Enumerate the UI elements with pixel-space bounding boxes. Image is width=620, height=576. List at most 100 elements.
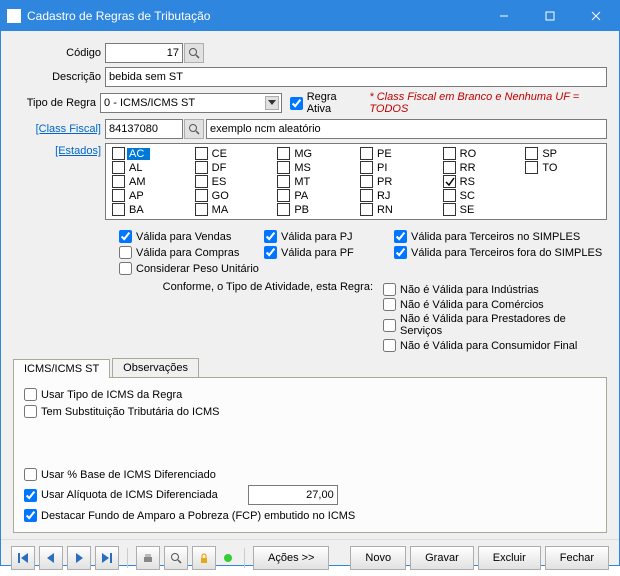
- state-checkbox-empty: [525, 203, 600, 216]
- nav-last-button[interactable]: [95, 546, 119, 570]
- class-fiscal-search-button[interactable]: [184, 119, 204, 139]
- separator: [244, 548, 245, 568]
- tipo-regra-value: 0 - ICMS/ICMS ST: [104, 97, 195, 109]
- window: Cadastro de Regras de Tributação Código …: [0, 0, 620, 566]
- descricao-input[interactable]: [105, 67, 607, 87]
- activity-options: Não é Válida para Indústrias Não é Válid…: [383, 283, 607, 352]
- codigo-input[interactable]: [105, 43, 183, 63]
- tab-icms[interactable]: ICMS/ICMS ST: [13, 359, 110, 378]
- state-checkbox-RR[interactable]: RR: [443, 161, 518, 174]
- state-checkbox-ES[interactable]: ES: [195, 175, 270, 188]
- validity-options: Válida para Vendas Válida para PJ Válida…: [119, 230, 607, 275]
- nao-valida-industrias-checkbox[interactable]: Não é Válida para Indústrias: [383, 283, 607, 296]
- descricao-label: Descrição: [13, 71, 105, 83]
- state-checkbox-empty: [525, 175, 600, 188]
- valida-terceiros-fora-checkbox[interactable]: Válida para Terceiros fora do SIMPLES: [394, 246, 620, 259]
- fechar-button[interactable]: Fechar: [545, 546, 609, 570]
- codigo-label: Código: [13, 47, 105, 59]
- nav-first-button[interactable]: [11, 546, 35, 570]
- state-checkbox-SC[interactable]: SC: [443, 189, 518, 202]
- state-checkbox-SE[interactable]: SE: [443, 203, 518, 216]
- nao-valida-consumidor-checkbox[interactable]: Não é Válida para Consumidor Final: [383, 339, 607, 352]
- valida-terceiros-simples-checkbox[interactable]: Válida para Terceiros no SIMPLES: [394, 230, 620, 243]
- valida-pj-checkbox[interactable]: Válida para PJ: [264, 230, 384, 243]
- nav-next-button[interactable]: [67, 546, 91, 570]
- lock-icon: [198, 552, 210, 564]
- tab-panel-icms: Usar Tipo de ICMS da Regra Tem Substitui…: [13, 378, 607, 533]
- state-checkbox-CE[interactable]: CE: [195, 147, 270, 160]
- app-icon: [7, 9, 21, 23]
- regra-ativa-checkbox[interactable]: Regra Ativa: [290, 91, 360, 115]
- class-fiscal-desc[interactable]: [206, 119, 607, 139]
- tipo-regra-combo[interactable]: 0 - ICMS/ICMS ST: [100, 93, 282, 113]
- valida-pf-checkbox[interactable]: Válida para PF: [264, 246, 384, 259]
- acoes-button[interactable]: Ações >>: [253, 546, 329, 570]
- gravar-button[interactable]: Gravar: [410, 546, 474, 570]
- state-checkbox-RO[interactable]: RO: [443, 147, 518, 160]
- estados-link[interactable]: [Estados]: [55, 145, 101, 157]
- search-toolbar-button[interactable]: [164, 546, 188, 570]
- tab-bar: ICMS/ICMS ST Observações: [13, 358, 607, 378]
- state-checkbox-PA[interactable]: PA: [277, 189, 352, 202]
- state-checkbox-MA[interactable]: MA: [195, 203, 270, 216]
- titlebar: Cadastro de Regras de Tributação: [1, 1, 619, 31]
- state-checkbox-PR[interactable]: PR: [360, 175, 435, 188]
- activity-label: Conforme, o Tipo de Atividade, esta Regr…: [13, 281, 373, 293]
- tab-observacoes[interactable]: Observações: [112, 358, 199, 377]
- close-button[interactable]: [573, 1, 619, 31]
- chevron-down-icon: [265, 96, 279, 110]
- state-checkbox-AL[interactable]: AL: [112, 161, 187, 174]
- codigo-search-button[interactable]: [184, 43, 204, 63]
- form-area: Código Descrição Tipo de Regra 0 - ICMS/…: [1, 31, 619, 539]
- states-box: AC CE MG PE RO SP AL DF MS PI RR TO AM ES MT PR RS AP GO PA…: [105, 143, 607, 220]
- window-title: Cadastro de Regras de Tributação: [27, 9, 481, 23]
- state-checkbox-AP[interactable]: AP: [112, 189, 187, 202]
- state-checkbox-PI[interactable]: PI: [360, 161, 435, 174]
- class-fiscal-link[interactable]: [Class Fiscal]: [36, 123, 101, 135]
- state-checkbox-MG[interactable]: MG: [277, 147, 352, 160]
- state-checkbox-MS[interactable]: MS: [277, 161, 352, 174]
- bottom-toolbar: Ações >> Novo Gravar Excluir Fechar: [1, 539, 619, 576]
- state-checkbox-BA[interactable]: BA: [112, 203, 187, 216]
- valida-compras-checkbox[interactable]: Válida para Compras: [119, 246, 254, 259]
- state-checkbox-AM[interactable]: AM: [112, 175, 187, 188]
- nao-valida-prestadores-checkbox[interactable]: Não é Válida para Prestadores de Serviço…: [383, 313, 607, 337]
- state-checkbox-SP[interactable]: SP: [525, 147, 600, 160]
- aliquota-input[interactable]: [248, 485, 338, 505]
- status-indicator-icon: [224, 554, 232, 562]
- warning-text: * Class Fiscal em Branco e Nenhuma UF = …: [369, 91, 607, 115]
- tipo-regra-label: Tipo de Regra: [13, 97, 100, 109]
- maximize-button[interactable]: [527, 1, 573, 31]
- separator: [127, 548, 128, 568]
- nao-valida-comercios-checkbox[interactable]: Não é Válida para Comércios: [383, 298, 607, 311]
- destacar-fcp-checkbox[interactable]: Destacar Fundo de Amparo a Pobreza (FCP)…: [24, 509, 596, 522]
- novo-button[interactable]: Novo: [350, 546, 406, 570]
- printer-icon: [142, 552, 154, 564]
- considerar-peso-checkbox[interactable]: Considerar Peso Unitário: [119, 262, 620, 275]
- minimize-button[interactable]: [481, 1, 527, 31]
- usar-aliquota-checkbox[interactable]: Usar Alíquota de ICMS Diferenciada: [24, 489, 218, 502]
- tem-st-checkbox[interactable]: Tem Substituição Tributária do ICMS: [24, 405, 596, 418]
- search-icon: [188, 47, 200, 59]
- state-checkbox-MT[interactable]: MT: [277, 175, 352, 188]
- state-checkbox-AC[interactable]: AC: [112, 147, 187, 160]
- state-checkbox-PE[interactable]: PE: [360, 147, 435, 160]
- state-checkbox-TO[interactable]: TO: [525, 161, 600, 174]
- usar-pct-base-checkbox[interactable]: Usar % Base de ICMS Diferenciado: [24, 468, 596, 481]
- state-checkbox-GO[interactable]: GO: [195, 189, 270, 202]
- search-icon: [170, 552, 182, 564]
- state-checkbox-RS[interactable]: RS: [443, 175, 518, 188]
- state-checkbox-empty: [525, 189, 600, 202]
- nav-prev-button[interactable]: [39, 546, 63, 570]
- state-checkbox-DF[interactable]: DF: [195, 161, 270, 174]
- excluir-button[interactable]: Excluir: [478, 546, 541, 570]
- usar-tipo-icms-checkbox[interactable]: Usar Tipo de ICMS da Regra: [24, 388, 596, 401]
- lock-button[interactable]: [192, 546, 216, 570]
- state-checkbox-RJ[interactable]: RJ: [360, 189, 435, 202]
- valida-vendas-checkbox[interactable]: Válida para Vendas: [119, 230, 254, 243]
- state-checkbox-RN[interactable]: RN: [360, 203, 435, 216]
- print-button[interactable]: [136, 546, 160, 570]
- state-checkbox-PB[interactable]: PB: [277, 203, 352, 216]
- search-icon: [188, 123, 200, 135]
- class-fiscal-input[interactable]: [105, 119, 183, 139]
